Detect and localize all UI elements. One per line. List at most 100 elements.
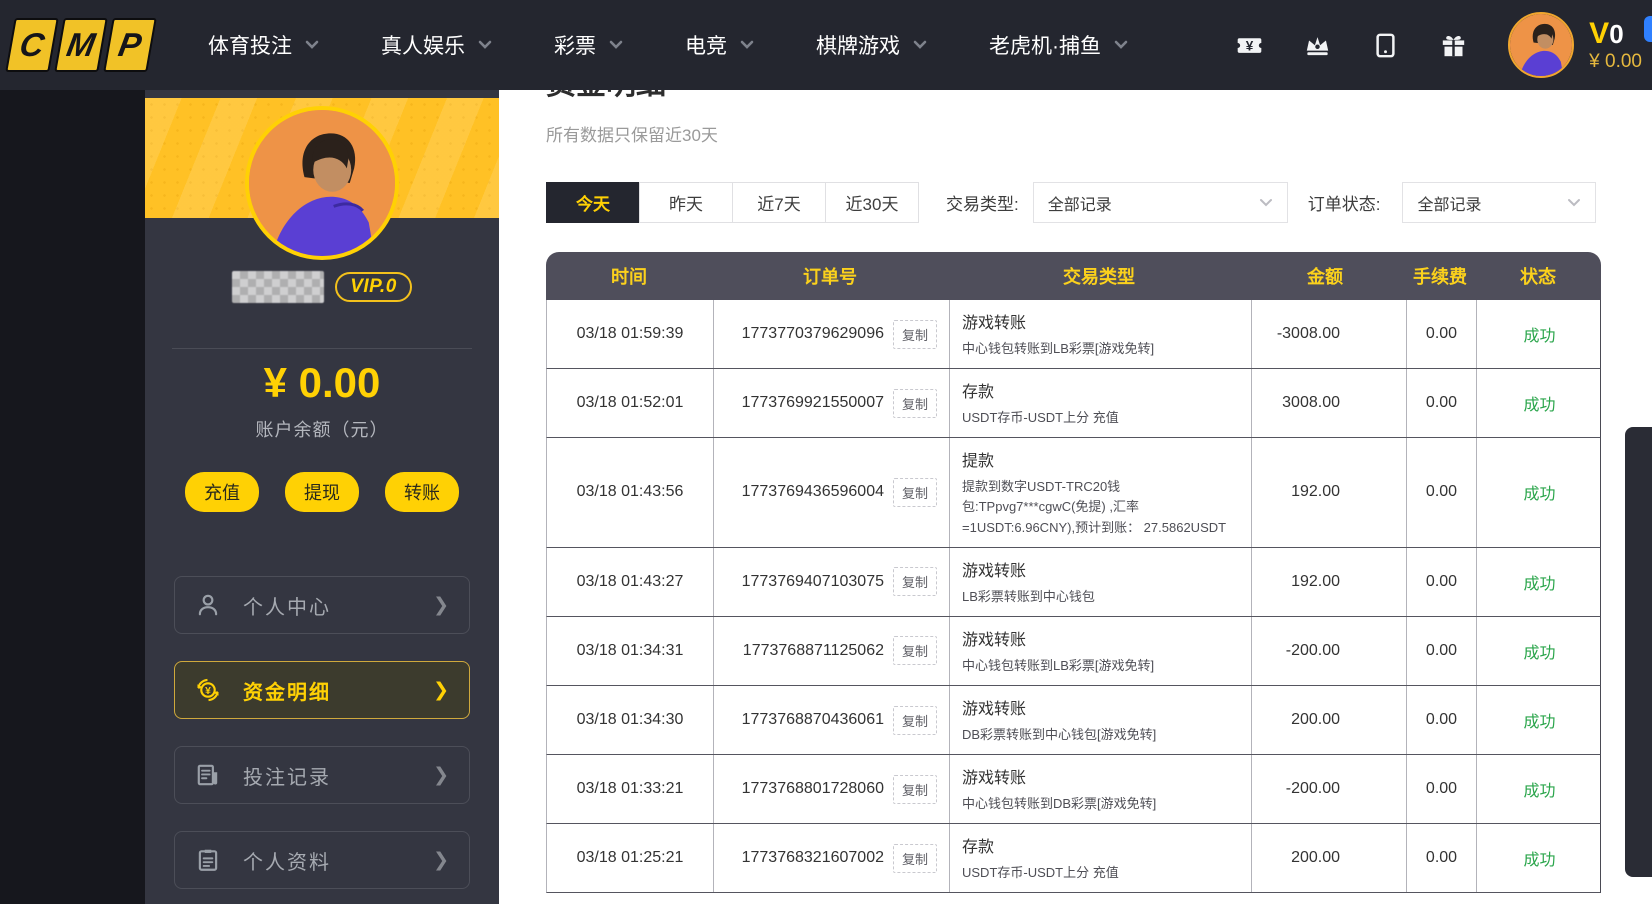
wallet-action-button[interactable]: 转账 xyxy=(385,472,459,512)
transaction-detail: USDT存币-USDT上分 充值 xyxy=(962,863,1119,883)
chevron-down-icon xyxy=(740,40,754,50)
wallet-action-button[interactable]: 提现 xyxy=(285,472,359,512)
sidebar-item-personal-center[interactable]: 个人中心 ❯ xyxy=(174,576,470,634)
order-number: 1773769407103075 xyxy=(742,573,884,591)
brand-logo[interactable]: C M P xyxy=(5,18,157,72)
chevron-down-icon xyxy=(913,40,927,50)
col-header-order: 订单号 xyxy=(712,263,948,289)
voucher-icon[interactable]: ¥ xyxy=(1236,32,1263,59)
crown-icon[interactable] xyxy=(1304,32,1331,59)
user-level-block[interactable]: V0 ¥ 0.00 xyxy=(1589,17,1642,73)
copy-button[interactable]: 复制 xyxy=(893,320,937,349)
cell-time: 03/18 01:52:01 xyxy=(547,369,713,437)
floating-side-panel[interactable] xyxy=(1625,427,1652,877)
copy-button[interactable]: 复制 xyxy=(893,567,937,596)
cell-status: 成功 xyxy=(1476,369,1602,437)
cell-time: 03/18 01:59:39 xyxy=(547,300,713,368)
left-dark-strip xyxy=(0,90,145,904)
cell-status: 成功 xyxy=(1476,300,1602,368)
copy-button[interactable]: 复制 xyxy=(893,775,937,804)
chevron-right-icon: ❯ xyxy=(433,679,449,702)
cell-status: 成功 xyxy=(1476,824,1602,892)
table-row: 03/18 01:52:01 1773769921550007 复制 存款 US… xyxy=(546,369,1601,438)
transaction-type: 存款 xyxy=(962,833,994,857)
order-status-select[interactable]: 全部记录 xyxy=(1402,182,1596,223)
copy-button[interactable]: 复制 xyxy=(893,706,937,735)
cell-order: 1773770379629096 复制 xyxy=(713,300,949,368)
copy-button[interactable]: 复制 xyxy=(893,389,937,418)
level-number: 0 xyxy=(1609,19,1623,49)
date-tab[interactable]: 近7天 xyxy=(732,182,826,223)
nav-item[interactable]: 体育投注 xyxy=(208,30,319,60)
date-tab[interactable]: 今天 xyxy=(546,182,640,223)
col-header-fee: 手续费 xyxy=(1405,263,1475,289)
profile-icon xyxy=(195,847,221,873)
nav-item[interactable]: 电竞 xyxy=(685,30,754,60)
nav-item[interactable]: 棋牌游戏 xyxy=(816,30,927,60)
cell-order: 1773768321607002 复制 xyxy=(713,824,949,892)
sidebar-item-profile[interactable]: 个人资料 ❯ xyxy=(174,831,470,889)
chevron-down-icon xyxy=(478,40,492,50)
nav-item[interactable]: 老虎机·捕鱼 xyxy=(989,30,1128,60)
sidebar-item-label: 个人资料 xyxy=(243,846,331,875)
date-tab[interactable]: 昨天 xyxy=(639,182,733,223)
cell-amount: 192.00 xyxy=(1251,438,1406,546)
chevron-right-icon: ❯ xyxy=(433,594,449,617)
cell-amount: 200.00 xyxy=(1251,824,1406,892)
nav-item[interactable]: 真人娱乐 xyxy=(381,30,492,60)
cell-order: 1773768801728060 复制 xyxy=(713,755,949,823)
avatar[interactable] xyxy=(1508,12,1574,78)
logo-letter: C xyxy=(17,26,48,64)
main-nav: 体育投注 真人娱乐 彩票 电竞 xyxy=(208,30,1190,60)
page-subtitle: 所有数据只保留近30天 xyxy=(546,121,1652,146)
cell-type: 游戏转账 中心钱包转账到LB彩票[游戏免转] xyxy=(949,300,1251,368)
order-number: 1773768321607002 xyxy=(742,849,884,867)
nav-item-label: 老虎机·捕鱼 xyxy=(989,30,1101,60)
sidebar-menu: 个人中心 ❯ ¥ 资金明细 ❯ 投注记录 ❯ 个人资料 ❯ xyxy=(145,576,499,904)
cell-amount: -3008.00 xyxy=(1251,300,1406,368)
gift-icon[interactable] xyxy=(1440,32,1467,59)
sidebar-item-funds-detail[interactable]: ¥ 资金明细 ❯ xyxy=(174,661,470,719)
chevron-right-icon: ❯ xyxy=(433,764,449,787)
col-header-time: 时间 xyxy=(546,263,712,289)
cell-time: 03/18 01:34:31 xyxy=(547,617,713,685)
date-tab[interactable]: 近30天 xyxy=(825,182,919,223)
logo-letter: M xyxy=(64,26,98,64)
order-number: 1773768870436061 xyxy=(742,711,884,729)
floating-widget-tab[interactable] xyxy=(1644,16,1652,42)
level-prefix: V xyxy=(1589,17,1609,50)
cell-status: 成功 xyxy=(1476,617,1602,685)
cell-status: 成功 xyxy=(1476,755,1602,823)
copy-button[interactable]: 复制 xyxy=(893,478,937,507)
transaction-type-select[interactable]: 全部记录 xyxy=(1033,182,1288,223)
order-status-value: 全部记录 xyxy=(1417,191,1481,215)
device-icon[interactable] xyxy=(1372,32,1399,59)
cell-type: 游戏转账 中心钱包转账到DB彩票[游戏免转] xyxy=(949,755,1251,823)
user-row: VIP.0 xyxy=(145,270,499,304)
chevron-down-icon xyxy=(1567,198,1581,208)
nav-item[interactable]: 彩票 xyxy=(554,30,623,60)
sidebar-item-bet-records[interactable]: 投注记录 ❯ xyxy=(174,746,470,804)
cell-amount: -200.00 xyxy=(1251,755,1406,823)
order-number: 1773770379629096 xyxy=(742,325,884,343)
cell-fee: 0.00 xyxy=(1406,686,1476,754)
transaction-detail: 中心钱包转账到DB彩票[游戏免转] xyxy=(962,794,1156,814)
account-balance: ¥ 0.00 xyxy=(145,359,499,407)
nav-item-label: 棋牌游戏 xyxy=(816,30,900,60)
col-header-type: 交易类型 xyxy=(948,263,1250,289)
transaction-type-value: 全部记录 xyxy=(1048,191,1112,215)
cell-time: 03/18 01:25:21 xyxy=(547,824,713,892)
wallet-action-button[interactable]: 充值 xyxy=(185,472,259,512)
sidebar-item-label: 投注记录 xyxy=(243,761,331,790)
copy-button[interactable]: 复制 xyxy=(893,636,937,665)
date-range-tabs: 今天 昨天 近7天 近30天 xyxy=(546,182,919,223)
cell-order: 1773769436596004 复制 xyxy=(713,438,949,546)
cell-time: 03/18 01:43:27 xyxy=(547,548,713,616)
chevron-down-icon xyxy=(1259,198,1273,208)
topbar-right: ¥ V0 ¥ 0.00 xyxy=(1236,12,1642,78)
logo-tile: M xyxy=(54,18,108,72)
copy-button[interactable]: 复制 xyxy=(893,844,937,873)
order-number: 1773769436596004 xyxy=(742,483,884,501)
transaction-type: 游戏转账 xyxy=(962,695,1026,719)
account-balance-label: 账户余额（元） xyxy=(145,416,499,442)
